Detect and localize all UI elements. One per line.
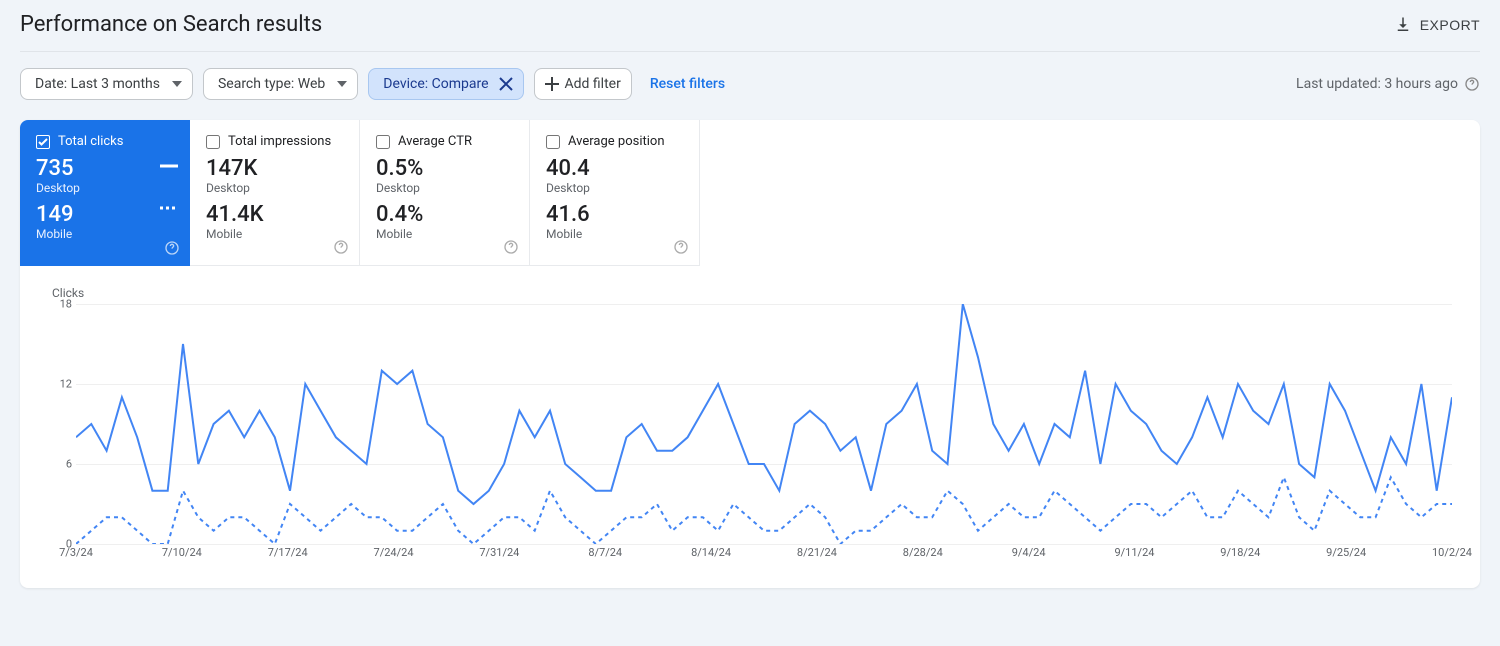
last-updated: Last updated: 3 hours ago [1296,76,1480,92]
metric-checkbox[interactable] [206,135,220,149]
metric-tab-average-ctr[interactable]: Average CTR 0.5%Desktop 0.4%Mobile [360,120,530,266]
help-icon[interactable] [503,239,519,255]
filter-device[interactable]: Device: Compare [368,68,523,100]
help-icon[interactable] [164,240,180,256]
metric-sublabel-1: Desktop [36,181,174,195]
x-tick: 8/7/24 [588,546,622,559]
metric-label: Total clicks [58,134,123,149]
chart-svg [76,304,1452,544]
metric-label: Average position [568,134,665,149]
filters-row: Date: Last 3 months Search type: Web Dev… [20,52,1480,120]
add-filter-button[interactable]: Add filter [534,68,632,100]
metric-tab-average-position[interactable]: Average position 40.4Desktop 41.6Mobile [530,120,700,266]
chart-plot [76,304,1452,544]
y-tick: 18 [60,298,72,311]
filter-search-type[interactable]: Search type: Web [203,68,358,100]
help-icon[interactable] [673,239,689,255]
x-tick: 8/28/24 [903,546,943,559]
metric-label: Total impressions [228,134,331,149]
export-button[interactable]: EXPORT [1394,16,1480,34]
x-tick: 7/31/24 [479,546,519,559]
metric-label: Average CTR [398,134,472,149]
dashed-line-icon [160,206,178,210]
filter-date-label: Date: Last 3 months [35,76,160,92]
help-icon[interactable] [1464,76,1480,92]
chart-area: 061218 7/3/247/10/247/17/247/24/247/31/2… [76,304,1452,564]
metric-sublabel-2: Mobile [206,227,343,241]
metric-value-2: 0.4% [376,203,513,227]
caret-down-icon [172,81,182,87]
metric-tab-total-impressions[interactable]: Total impressions 147KDesktop 41.4KMobile [190,120,360,266]
y-tick: 12 [60,378,72,391]
gridline [76,544,1452,545]
metric-value-1: 40.4 [546,157,683,181]
x-tick: 7/17/24 [268,546,308,559]
metric-value-2: 41.4K [206,203,343,227]
download-icon [1394,16,1412,34]
metric-tabs: Total clicks735Desktop149MobileTotal imp… [20,120,1480,266]
filter-date[interactable]: Date: Last 3 months [20,68,193,100]
x-tick: 7/24/24 [374,546,414,559]
checkbox-checked-icon[interactable] [36,135,50,149]
metric-sublabel-2: Mobile [36,227,174,241]
plus-icon [545,77,559,91]
last-updated-text: Last updated: 3 hours ago [1296,76,1458,92]
add-filter-label: Add filter [565,76,621,92]
metric-tab-total-clicks[interactable]: Total clicks 735Desktop 149Mobile [20,120,190,266]
chart-wrap: Clicks 061218 7/3/247/10/247/17/247/24/2… [20,266,1480,588]
metric-checkbox[interactable] [376,135,390,149]
export-label: EXPORT [1420,17,1480,33]
x-tick: 9/25/24 [1326,546,1366,559]
metric-sublabel-1: Desktop [206,181,343,195]
reset-filters-link[interactable]: Reset filters [650,76,725,92]
chart-y-label: Clicks [52,286,1452,300]
filters-left: Date: Last 3 months Search type: Web Dev… [20,68,725,100]
page-title: Performance on Search results [20,12,322,37]
y-axis: 061218 [48,304,72,544]
filter-search-type-label: Search type: Web [218,76,325,92]
x-tick: 8/14/24 [691,546,731,559]
metric-value-1: 0.5% [376,157,513,181]
performance-card: Total clicks735Desktop149MobileTotal imp… [20,120,1480,588]
x-tick: 7/10/24 [162,546,202,559]
x-tick: 8/21/24 [797,546,837,559]
x-axis: 7/3/247/10/247/17/247/24/247/31/248/7/24… [76,546,1452,564]
x-tick: 9/4/24 [1012,546,1046,559]
metric-value-2: 41.6 [546,203,683,227]
y-tick: 6 [66,458,72,471]
metric-sublabel-1: Desktop [546,181,683,195]
help-icon[interactable] [333,239,349,255]
caret-down-icon [337,81,347,87]
metric-value-1: 147K [206,157,343,181]
metric-checkbox[interactable] [546,135,560,149]
solid-line-icon [160,164,178,168]
x-tick: 9/11/24 [1114,546,1154,559]
filter-device-label: Device: Compare [383,76,488,92]
x-tick: 9/18/24 [1220,546,1260,559]
close-icon[interactable] [499,77,513,91]
x-tick: 10/2/24 [1432,546,1472,559]
metric-value-1: 735 [36,157,174,181]
metric-sublabel-2: Mobile [376,227,513,241]
series-mobile [76,478,1452,545]
metric-sublabel-2: Mobile [546,227,683,241]
metric-sublabel-1: Desktop [376,181,513,195]
metric-value-2: 149 [36,203,174,227]
series-desktop [76,304,1452,504]
header: Performance on Search results EXPORT [20,0,1480,52]
x-tick: 7/3/24 [59,546,93,559]
